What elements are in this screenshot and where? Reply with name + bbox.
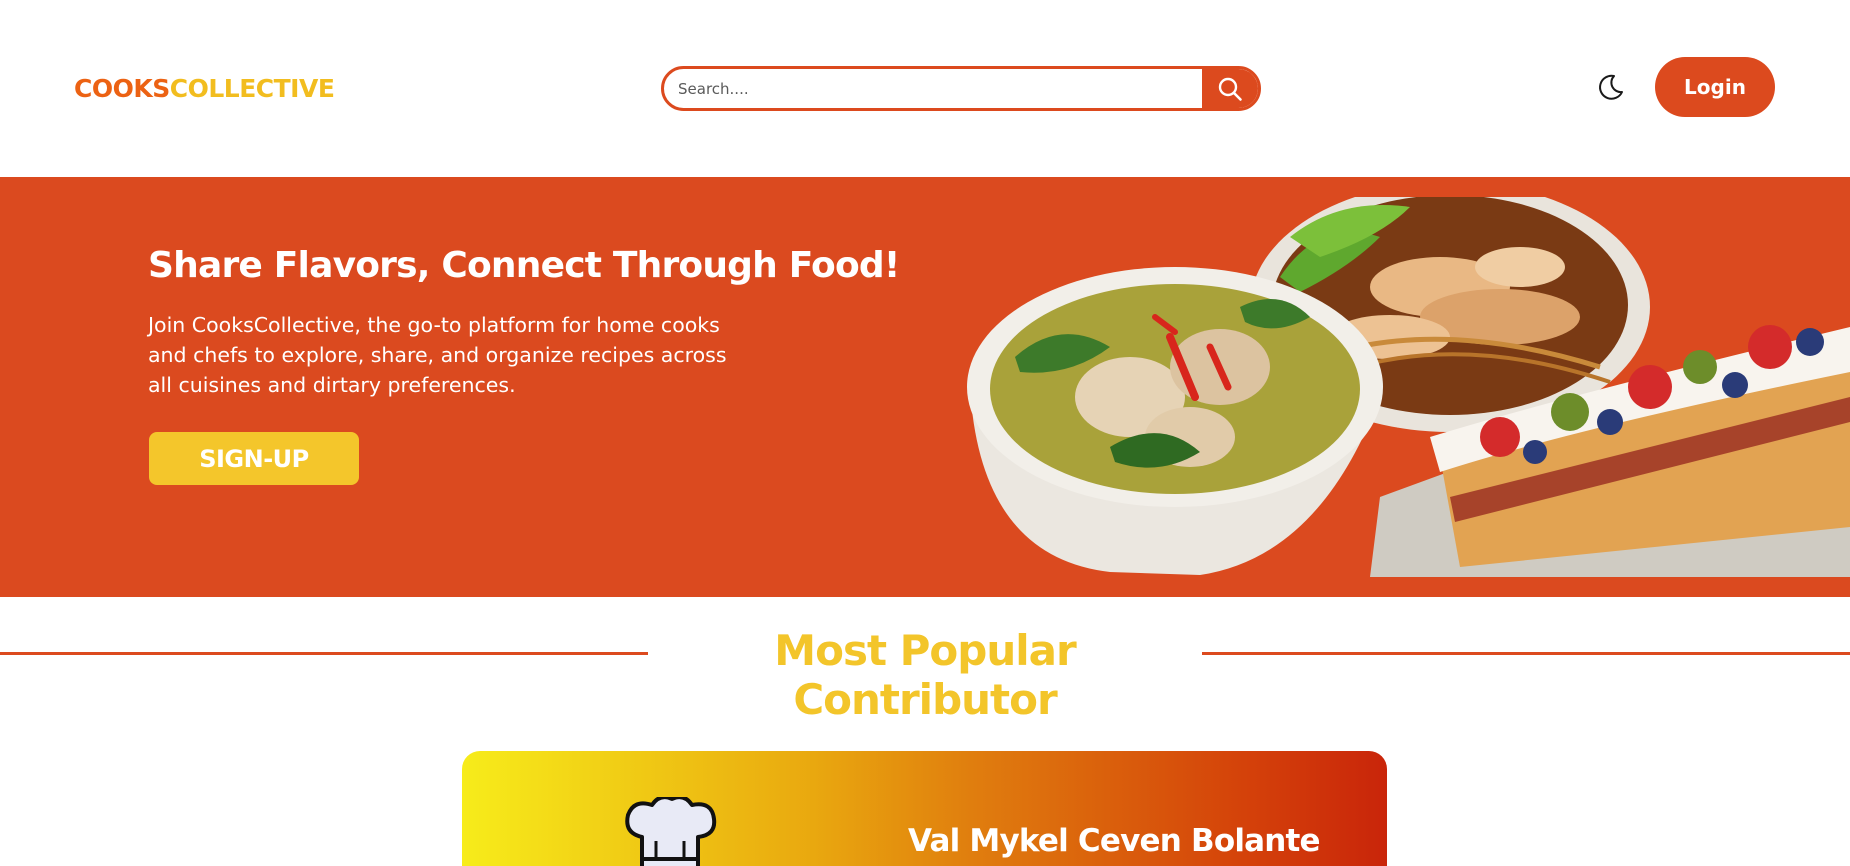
logo-part-collective: COLLECTIVE: [169, 74, 335, 103]
site-header: COOKSCOLLECTIVE Login: [0, 0, 1850, 177]
food-image: [967, 197, 1850, 577]
chef-hat-icon: [625, 797, 717, 866]
divider-left: [0, 652, 648, 655]
contributor-card[interactable]: Val Mykel Ceven Bolante: [462, 751, 1387, 866]
moon-icon: [1599, 74, 1623, 100]
logo-part-cooks: COOKS: [74, 74, 170, 103]
hero-banner: Share Flavors, Connect Through Food! Joi…: [0, 177, 1850, 597]
theme-toggle-button[interactable]: [1595, 72, 1625, 102]
curry-bowl: [967, 267, 1383, 575]
divider-right: [1202, 652, 1850, 655]
search-icon: [1218, 77, 1242, 101]
hero-title: Share Flavors, Connect Through Food!: [148, 245, 900, 286]
section-title: Most Popular Contributor: [774, 626, 1076, 724]
search-button[interactable]: [1202, 69, 1258, 108]
signup-button[interactable]: SIGN-UP: [149, 432, 359, 485]
hero-description: Join CooksCollective, the go-to platform…: [148, 313, 727, 397]
search-bar: [661, 66, 1261, 111]
search-input[interactable]: [678, 69, 1168, 108]
login-button[interactable]: Login: [1655, 57, 1775, 117]
logo[interactable]: COOKSCOLLECTIVE: [74, 74, 335, 103]
contributor-name: Val Mykel Ceven Bolante: [908, 823, 1321, 859]
